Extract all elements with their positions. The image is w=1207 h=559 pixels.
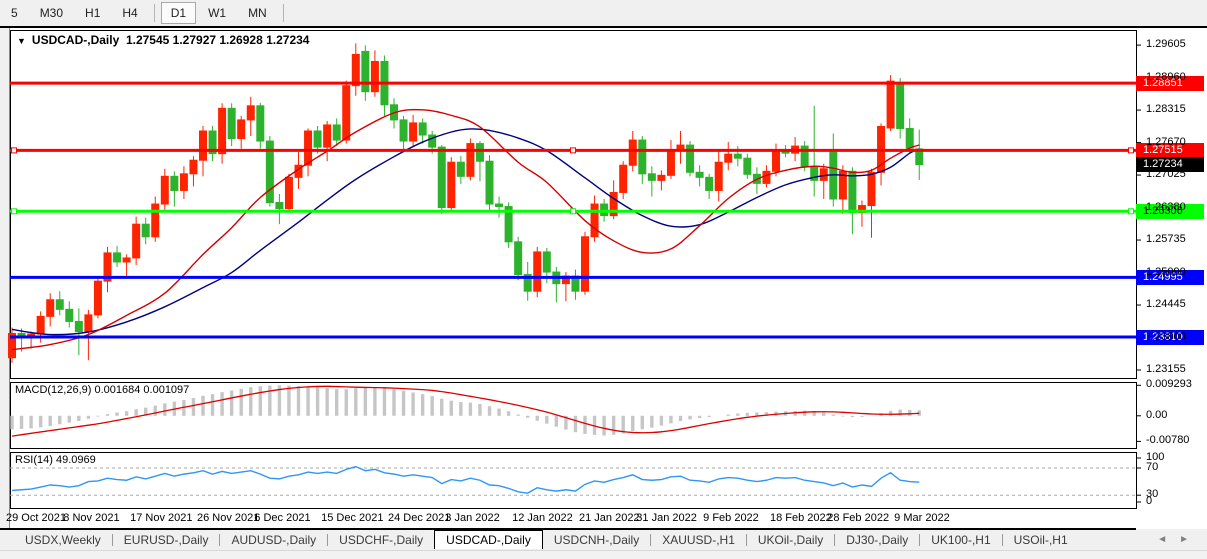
- price-axis-tick: 1.27025: [1146, 168, 1186, 180]
- date-axis-label: 31 Jan 2022: [636, 512, 697, 524]
- macd-axis-tick: 0.00: [1146, 409, 1167, 421]
- rsi-axis-tick: 0: [1146, 495, 1152, 507]
- tab-ukoil-daily[interactable]: UKOil-,Daily: [747, 530, 834, 549]
- tab-usdx-weekly[interactable]: USDX,Weekly: [14, 530, 112, 549]
- rsi-pane[interactable]: [11, 453, 1137, 509]
- chart-tab-bar: USDX,WeeklyEURUSD-,DailyAUDUSD-,DailyUSD…: [0, 530, 1207, 549]
- tab-eurusd-daily[interactable]: EURUSD-,Daily: [113, 530, 220, 549]
- date-axis-label: 3 Jan 2022: [445, 512, 499, 524]
- mt4-window: 5M30H1H4D1W1MN ▼USDCAD-,Daily 1.27545 1.…: [0, 0, 1207, 559]
- date-axis-label: 15 Dec 2021: [321, 512, 383, 524]
- price-axis-tick: 1.25090: [1146, 266, 1186, 278]
- line-handle[interactable]: [12, 148, 17, 153]
- line-handle[interactable]: [571, 209, 576, 214]
- date-axis-label: 9 Mar 2022: [894, 512, 950, 524]
- price-axis-tick: 1.28960: [1146, 71, 1186, 83]
- price-axis-tick: 1.24445: [1146, 298, 1186, 310]
- tab-scroll-left-icon[interactable]: ◄: [1157, 534, 1179, 545]
- tab-uk100-h1[interactable]: UK100-,H1: [920, 530, 1001, 549]
- date-axis-label: 17 Nov 2021: [130, 512, 192, 524]
- tab-usdcnh-daily[interactable]: USDCNH-,Daily: [543, 530, 650, 549]
- date-axis-label: 8 Nov 2021: [63, 512, 119, 524]
- date-axis-label: 28 Feb 2022: [827, 512, 889, 524]
- date-axis-label: 12 Jan 2022: [512, 512, 573, 524]
- rsi-indicator-label: RSI(14) 49.0969: [15, 454, 96, 466]
- date-axis-label: 6 Dec 2021: [254, 512, 310, 524]
- tab-scroll-arrows: ◄►: [1157, 534, 1201, 545]
- chart-title: ▼ USDCAD-,Daily 1.27545 1.27927 1.26928 1…: [17, 33, 309, 47]
- line-handle[interactable]: [1129, 209, 1134, 214]
- macd-axis-tick: 0.009293: [1146, 378, 1192, 390]
- price-axis-tick: 1.28315: [1146, 103, 1186, 115]
- tab-usoil-h1[interactable]: USOil-,H1: [1003, 530, 1079, 549]
- chart-collapse-icon[interactable]: ▼: [17, 36, 26, 46]
- tab-audusd-daily[interactable]: AUDUSD-,Daily: [220, 530, 327, 549]
- tab-xauusd-h1[interactable]: XAUUSD-,H1: [651, 530, 746, 549]
- price-axis-tick: 1.25735: [1146, 233, 1186, 245]
- tab-scroll-right-icon[interactable]: ►: [1179, 534, 1201, 545]
- tab-usdcad-daily[interactable]: USDCAD-,Daily: [434, 530, 543, 549]
- line-handle[interactable]: [571, 148, 576, 153]
- price-axis-tick: 1.29605: [1146, 38, 1186, 50]
- date-axis-label: 18 Feb 2022: [770, 512, 832, 524]
- chart-symbol-label: USDCAD-,Daily: [32, 33, 119, 47]
- price-axis-tick: 1.26380: [1146, 201, 1186, 213]
- date-axis-label: 21 Jan 2022: [579, 512, 640, 524]
- date-axis-label: 26 Nov 2021: [197, 512, 259, 524]
- chart-canvas[interactable]: [0, 0, 1207, 559]
- macd-axis-tick: -0.00780: [1146, 434, 1189, 446]
- status-bar: [0, 550, 1207, 559]
- chart-ohlc-values: 1.27545 1.27927 1.26928 1.27234: [126, 33, 310, 47]
- price-axis-tick: 1.23155: [1146, 363, 1186, 375]
- tab-usdchf-daily[interactable]: USDCHF-,Daily: [328, 530, 434, 549]
- date-axis-label: 9 Feb 2022: [703, 512, 759, 524]
- price-axis-tick: 1.27670: [1146, 136, 1186, 148]
- date-axis-label: 24 Dec 2021: [388, 512, 450, 524]
- line-handle[interactable]: [12, 209, 17, 214]
- price-axis-tick: 1.23800: [1146, 331, 1186, 343]
- date-axis-label: 29 Oct 2021: [6, 512, 66, 524]
- tab-dj30-daily[interactable]: DJ30-,Daily: [835, 530, 919, 549]
- line-handle[interactable]: [1129, 148, 1134, 153]
- rsi-axis-tick: 70: [1146, 461, 1158, 473]
- macd-indicator-label: MACD(12,26,9) 0.001684 0.001097: [15, 384, 189, 396]
